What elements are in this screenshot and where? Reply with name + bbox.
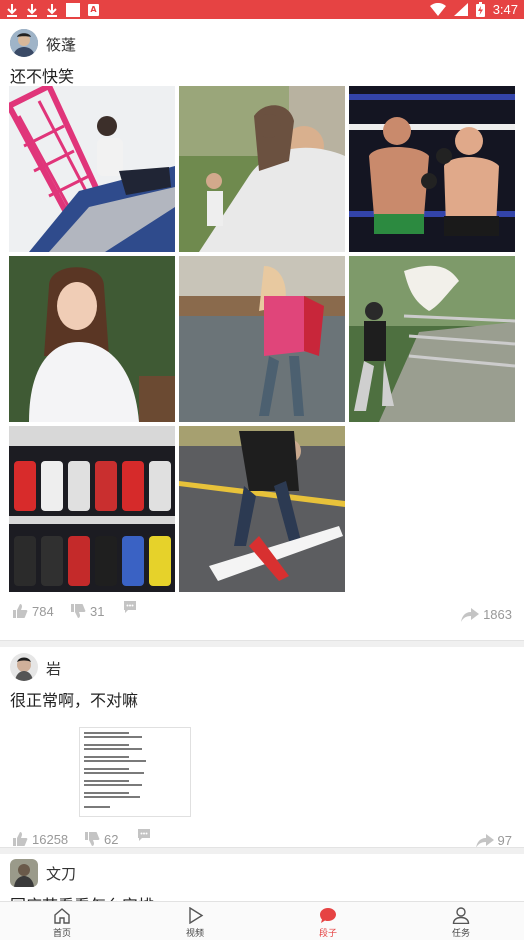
grid-image-vending-machine[interactable]	[9, 426, 175, 592]
thumbs-up-icon	[13, 832, 28, 846]
comment-icon	[138, 829, 150, 841]
feed[interactable]: 筱蓬 还不快笑 784 31 1863 岩 很正常啊，不对嘛 16258 62 …	[0, 19, 524, 901]
wifi-icon	[429, 3, 446, 16]
dislike-count: 62	[104, 831, 119, 847]
thumbs-down-icon	[71, 604, 86, 618]
signal-icon	[453, 3, 468, 16]
post-divider	[0, 847, 524, 854]
tab-video[interactable]: 视频	[155, 902, 235, 941]
username[interactable]: 文刀	[46, 863, 76, 884]
avatar[interactable]	[10, 653, 38, 681]
grid-image-rc-plane[interactable]	[179, 426, 345, 592]
tab-tasks[interactable]: 任务	[421, 902, 501, 941]
avatar[interactable]	[10, 859, 38, 887]
tab-label: 段子	[318, 929, 337, 939]
like-button[interactable]: 16258	[12, 831, 68, 847]
chat-bubble-icon	[320, 908, 336, 923]
share-icon	[461, 607, 480, 622]
share-icon	[475, 833, 494, 848]
comment-button[interactable]	[136, 827, 152, 843]
text-screenshot-image[interactable]	[79, 727, 191, 817]
username[interactable]: 筱蓬	[46, 34, 76, 55]
like-count: 16258	[32, 831, 69, 847]
comment-icon	[124, 601, 136, 613]
thumbs-down-icon	[85, 832, 100, 846]
clock: 3:47	[492, 2, 518, 17]
dislike-button[interactable]: 31	[70, 603, 104, 619]
avatar-image	[10, 653, 38, 681]
grid-image-boxing[interactable]	[349, 86, 515, 252]
comment-button[interactable]	[122, 599, 138, 615]
status-bar: A 3:47	[0, 0, 524, 19]
thumbs-up-icon	[13, 604, 28, 618]
download-icon	[27, 3, 37, 17]
download-icon	[47, 3, 57, 17]
username[interactable]: 岩	[46, 658, 61, 679]
post: 文刀 国庆节看看怎么安排	[0, 854, 524, 901]
download-icon	[7, 3, 17, 17]
tab-home[interactable]: 首页	[22, 902, 102, 941]
post-text: 还不快笑	[10, 67, 75, 86]
avatar[interactable]	[10, 29, 38, 57]
user-icon	[452, 907, 470, 924]
share-button[interactable]: 97	[475, 833, 512, 848]
tab-jokes[interactable]: 段子	[288, 902, 368, 941]
app-notification-icon: A	[88, 3, 99, 16]
like-button[interactable]: 784	[12, 603, 54, 619]
play-icon	[189, 907, 204, 924]
post: 岩 很正常啊，不对嘛 16258 62 97	[0, 647, 524, 848]
tab-label: 任务	[451, 929, 470, 939]
dislike-count: 31	[90, 603, 105, 619]
post: 筱蓬 还不快笑 784 31 1863	[0, 19, 524, 640]
home-icon	[54, 908, 70, 924]
grid-image-monkey-shoulder[interactable]	[179, 86, 345, 252]
bottom-tab-bar: 首页 视频 段子 任务	[0, 901, 524, 940]
share-button[interactable]: 1863	[461, 607, 512, 622]
post-actions: 784 31 1863	[0, 601, 524, 627]
tab-label: 视频	[185, 929, 204, 939]
battery-charging-icon	[475, 2, 485, 17]
share-count: 97	[497, 833, 512, 848]
system-status: 3:47	[429, 0, 518, 19]
dislike-button[interactable]: 62	[84, 831, 118, 847]
image-grid	[9, 86, 515, 592]
grid-image-crane-worker[interactable]	[9, 86, 175, 252]
tab-label: 首页	[52, 929, 71, 939]
grid-image-girl-umbrella[interactable]	[179, 256, 345, 422]
blank-notification-icon	[66, 2, 80, 17]
avatar-image	[10, 29, 38, 57]
grid-image-wind-sheet[interactable]	[349, 256, 515, 422]
notification-icons: A	[6, 1, 99, 18]
grid-image-girl-portrait[interactable]	[9, 256, 175, 422]
post-text: 很正常啊，不对嘛	[10, 691, 139, 710]
avatar-image	[10, 859, 38, 887]
post-divider	[0, 640, 524, 647]
share-count: 1863	[483, 607, 512, 622]
post-text: 国庆节看看怎么安排	[10, 892, 154, 901]
like-count: 784	[32, 603, 54, 619]
